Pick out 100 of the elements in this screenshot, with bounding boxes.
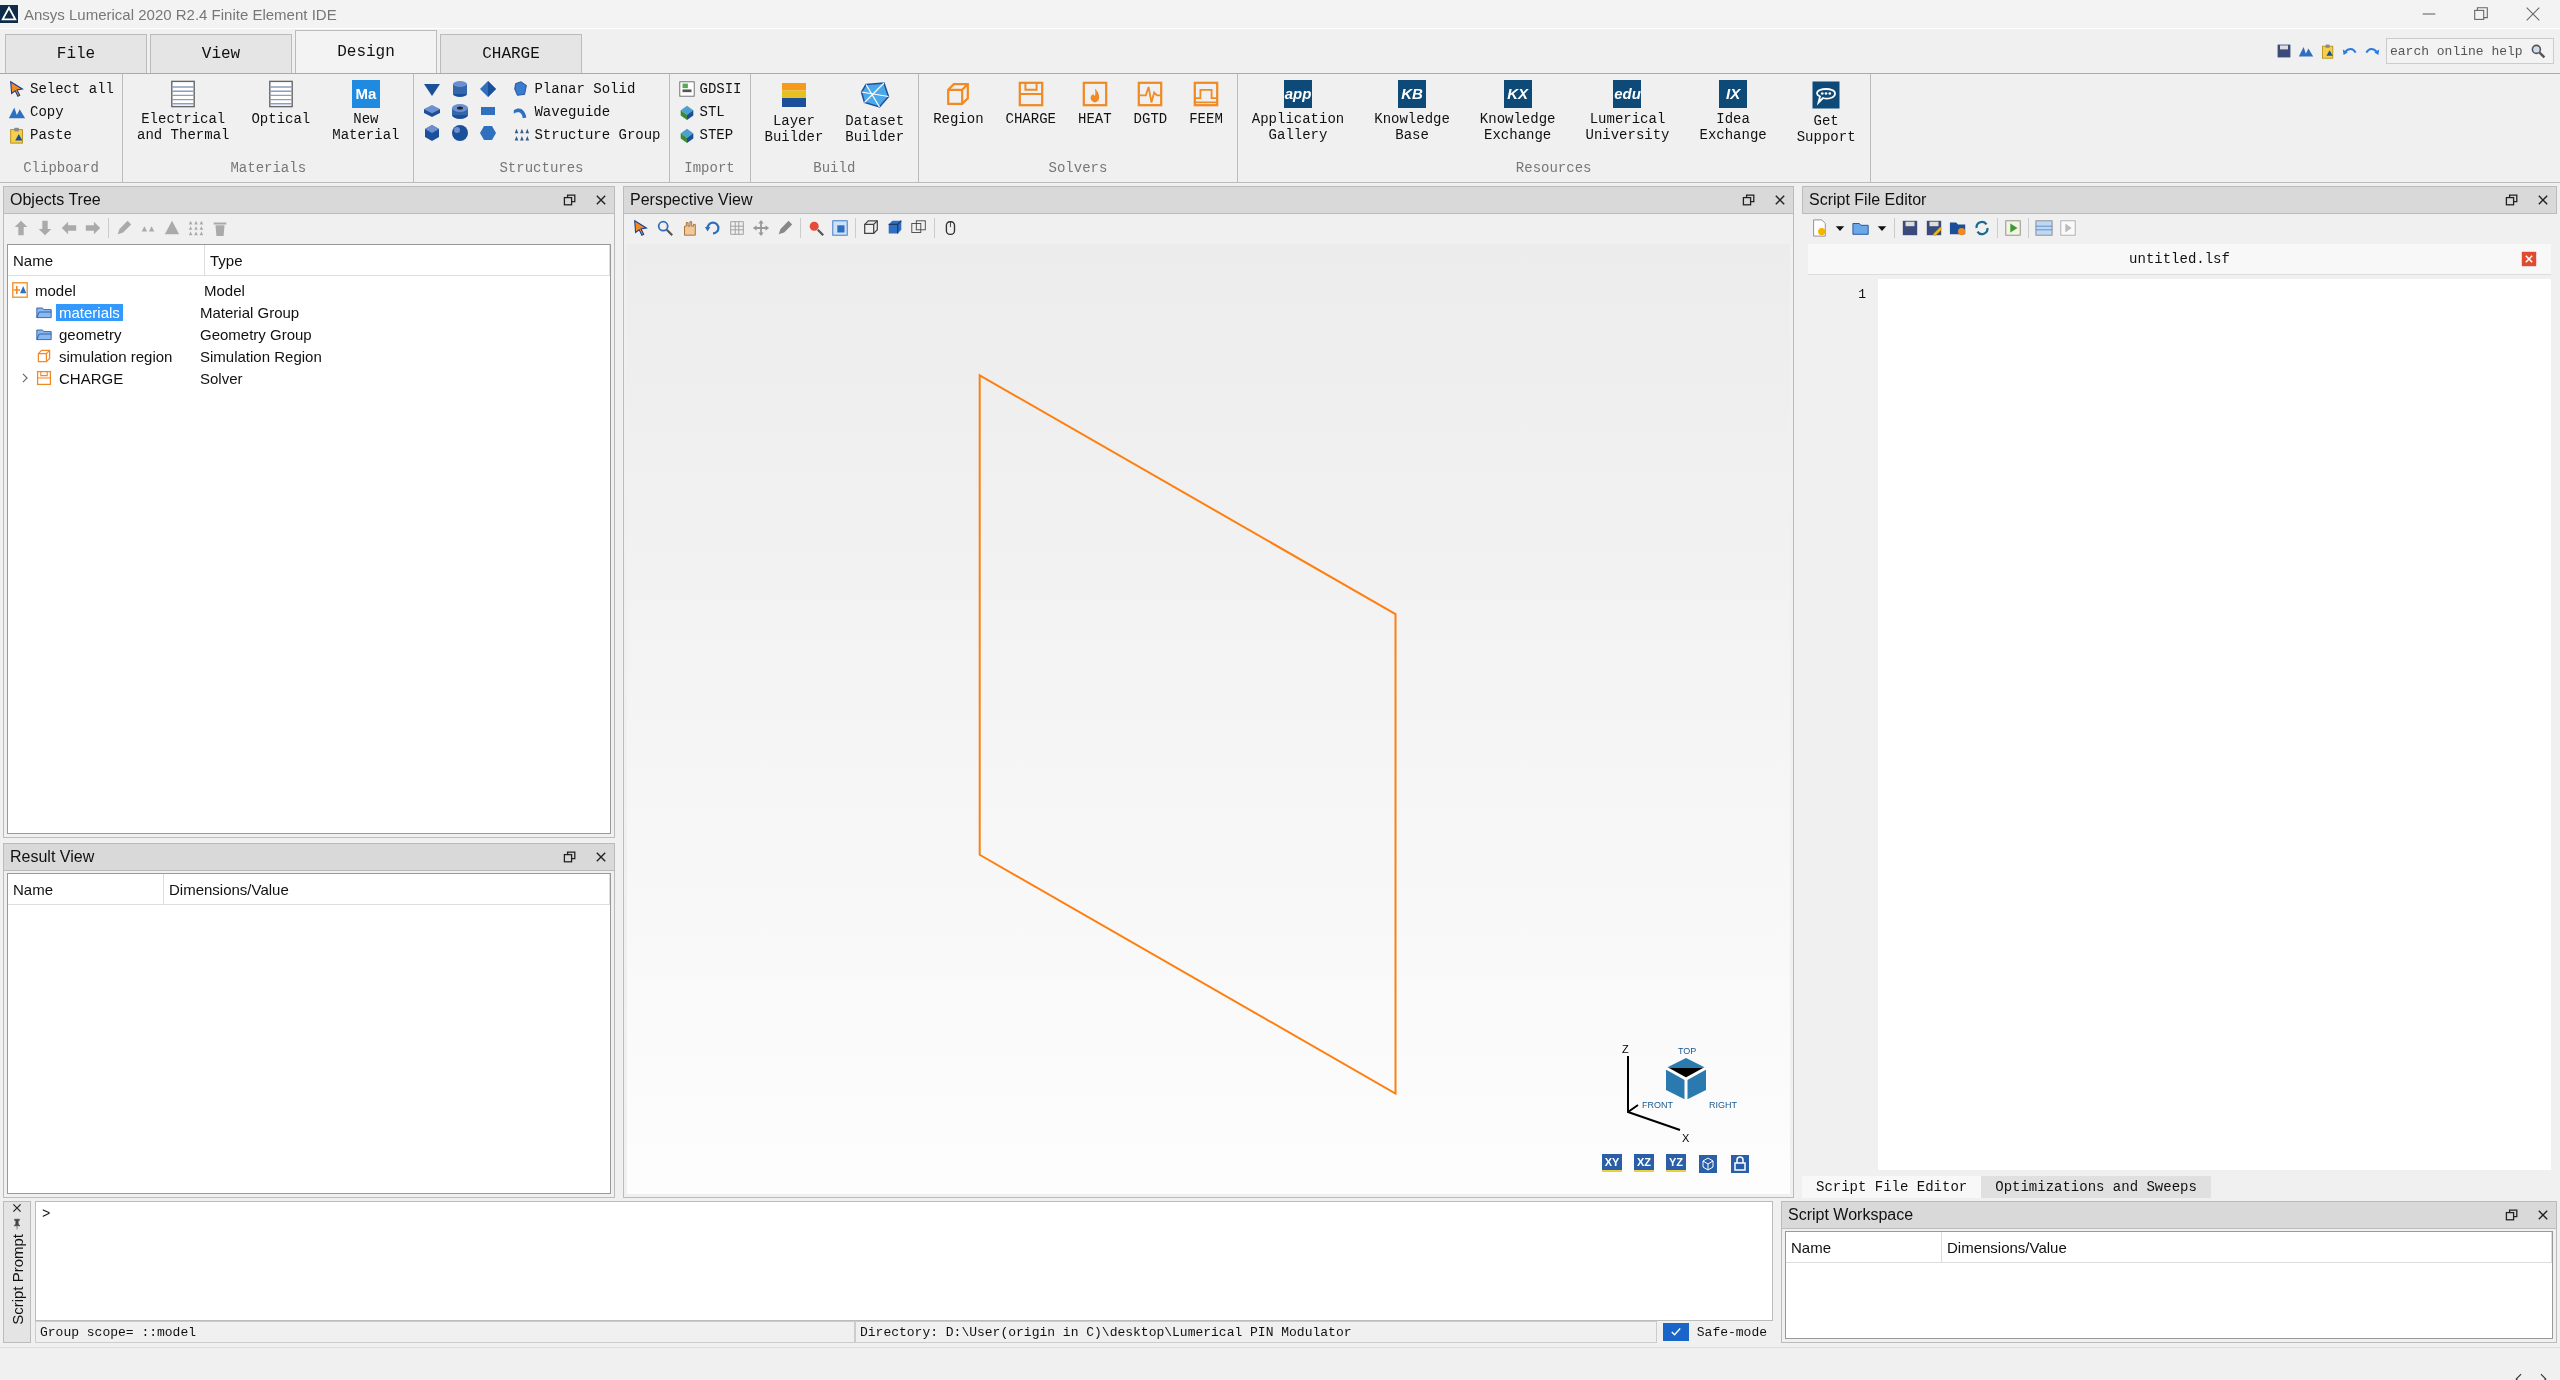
restore-window-icon[interactable] [2504, 1207, 2520, 1223]
ribbon-button[interactable]: KX Knowledge Exchange [1473, 78, 1562, 160]
view-button[interactable]: XZ [1634, 1154, 1654, 1172]
zoom-icon[interactable] [807, 219, 825, 237]
ribbon-tab[interactable]: Design [295, 30, 437, 73]
ribbon-button[interactable]: Structure Group [512, 124, 661, 145]
logo-icon: edu [1613, 80, 1642, 108]
sphere-icon[interactable] [450, 123, 471, 143]
console-input[interactable]: > [35, 1201, 1773, 1321]
view-button[interactable]: YZ [1666, 1154, 1686, 1172]
select-arrow-icon[interactable] [632, 219, 650, 237]
ribbon-button[interactable]: Layer Builder [758, 78, 830, 160]
ribbon-button[interactable]: DGTD [1127, 78, 1174, 160]
ribbon-button[interactable]: Region [927, 78, 990, 160]
close-tab-icon[interactable] [2521, 251, 2537, 267]
tree-item[interactable]: geometry [56, 325, 125, 343]
tree-item[interactable]: model [32, 281, 79, 299]
ribbon-button[interactable]: edu Lumerical University [1579, 78, 1676, 160]
ribbon-button[interactable]: Dataset Builder [839, 78, 911, 160]
group-label: Materials [229, 160, 308, 178]
restore-icon[interactable] [2472, 5, 2490, 23]
column-header[interactable]: Name [8, 874, 164, 904]
ribbon-tab[interactable]: CHARGE [440, 34, 582, 73]
restore-window-icon[interactable] [562, 192, 578, 208]
script-document-tab[interactable]: untitled.lsf [2129, 251, 2230, 267]
pin-icon[interactable] [11, 1218, 23, 1230]
column-header[interactable]: Type [205, 245, 610, 275]
ribbon-button[interactable]: STEP [677, 124, 742, 145]
close-icon[interactable] [594, 850, 608, 864]
cursor-icon [8, 79, 26, 98]
restore-window-icon[interactable] [562, 849, 578, 865]
editor-tab[interactable]: Optimizations and Sweeps [1981, 1176, 2211, 1198]
ribbon-button[interactable]: Get Support [1790, 78, 1862, 160]
editor-tab[interactable]: Script File Editor [1802, 1176, 1982, 1198]
view-button[interactable]: XY [1602, 1154, 1622, 1172]
folder-icon [36, 304, 52, 320]
column-header[interactable]: Dimensions/Value [164, 874, 610, 904]
box-icon[interactable] [831, 219, 849, 237]
ribbon-button[interactable]: HEAT [1072, 78, 1118, 160]
restore-window-icon[interactable] [2504, 192, 2520, 208]
ribbon-button[interactable]: Paste [8, 124, 114, 145]
logo-icon: IX [1719, 80, 1748, 108]
column-header[interactable]: Dimensions/Value [1942, 1232, 2552, 1262]
ribbon-button[interactable]: FEEM [1183, 78, 1229, 160]
ribbon-button[interactable]: Planar Solid [512, 78, 661, 99]
save-icon[interactable] [1901, 219, 1919, 237]
logo-icon: KX [1503, 80, 1532, 108]
cube-view-icon[interactable] [1698, 1154, 1718, 1174]
restore-window-icon[interactable] [1741, 192, 1757, 208]
ribbon-button[interactable]: CHARGE [999, 78, 1062, 160]
ribbon-button[interactable]: app Application Gallery [1245, 78, 1351, 160]
close-icon[interactable] [2536, 1208, 2550, 1222]
tree-item[interactable]: CHARGE [56, 369, 127, 387]
column-header[interactable]: Name [8, 245, 205, 275]
pyramid-icon[interactable] [478, 79, 499, 99]
hexagon-icon[interactable] [478, 123, 499, 143]
solver-box-icon [36, 370, 52, 386]
logo-icon: Ma [351, 80, 380, 108]
solver-box-icon [1016, 80, 1045, 108]
new-file-icon[interactable] [1810, 219, 1828, 237]
ribbon-button[interactable]: IX Idea Exchange [1693, 78, 1773, 160]
close-icon[interactable] [1773, 193, 1787, 207]
axis-label: X [1682, 1132, 1690, 1144]
refresh-icon[interactable] [1973, 219, 1991, 237]
close-icon[interactable] [594, 193, 608, 207]
save-icon[interactable] [2276, 43, 2292, 59]
column-header[interactable]: Name [1786, 1232, 1942, 1262]
close-icon[interactable] [2536, 193, 2550, 207]
ring-icon[interactable] [450, 101, 471, 121]
save-as-icon[interactable] [1925, 219, 1943, 237]
ribbon-button[interactable]: Waveguide [512, 101, 661, 122]
ribbon-button[interactable]: STL [677, 101, 742, 122]
ribbon-tab[interactable]: View [150, 34, 292, 73]
pencil-icon[interactable] [776, 219, 794, 237]
safe-mode-checkbox[interactable]: Safe-mode [1656, 1321, 1773, 1343]
ribbon-button[interactable]: Select all [8, 78, 114, 99]
search-field[interactable]: earch online help [2386, 38, 2554, 64]
close-icon[interactable] [11, 1202, 23, 1214]
search-icon[interactable] [2530, 43, 2546, 59]
axis-label: Z [1622, 1044, 1629, 1055]
folder-icon [36, 326, 52, 342]
view-cube-drawing[interactable]: TOP FRONT RIGHT [1642, 1046, 1737, 1110]
ribbon-button[interactable]: Copy [8, 101, 114, 122]
group-label: Build [812, 160, 857, 178]
ribbon-tab[interactable]: File [5, 34, 147, 73]
tree-item[interactable]: simulation region [56, 347, 176, 365]
ribbon-button[interactable]: GDSII [677, 78, 742, 99]
type-cell: Simulation Region [200, 347, 322, 365]
panel-title: Objects Tree [10, 191, 101, 209]
ribbon-button[interactable]: Optical [245, 78, 317, 160]
group-label: Import [683, 160, 736, 178]
magnifier-icon[interactable] [656, 219, 674, 237]
ribbon-button[interactable]: Electrical and Thermal [131, 78, 236, 160]
lock-icon[interactable] [1730, 1154, 1750, 1174]
rotate-icon[interactable] [704, 219, 722, 237]
ribbon-button[interactable]: Ma New Material [326, 78, 406, 160]
type-cell: Solver [200, 369, 243, 387]
clipboard-icon[interactable] [2320, 43, 2336, 59]
ribbon-button[interactable]: KB Knowledge Base [1368, 78, 1456, 160]
run-script-icon[interactable] [2004, 219, 2022, 237]
